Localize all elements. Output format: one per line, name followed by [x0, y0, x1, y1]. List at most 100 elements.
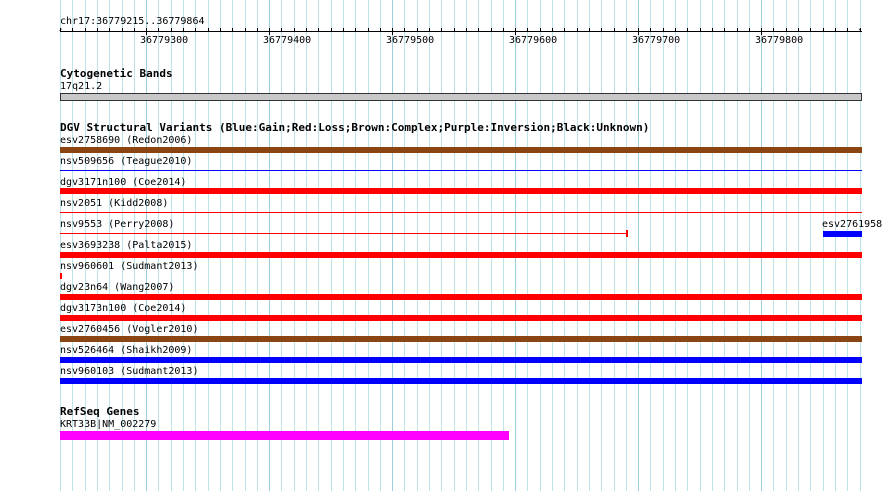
ruler-tick: [109, 28, 110, 32]
ruler-tick: [773, 28, 774, 32]
variant-label: nsv960103 (Sudmant2013): [60, 366, 199, 377]
ruler-tick: [638, 28, 639, 35]
variant-label: nsv2051 (Kidd2008): [60, 198, 169, 209]
grid-line: [429, 0, 430, 491]
variant-feature-bar[interactable]: [823, 231, 862, 237]
grid-line: [700, 0, 701, 491]
gene-feature-bar[interactable]: [60, 431, 509, 440]
variant-label: esv2761958: [822, 219, 883, 230]
ruler-tick-label: 36779400: [263, 35, 312, 46]
variant-feature-bar[interactable]: [60, 273, 62, 279]
cytoband-bar[interactable]: [60, 93, 862, 101]
grid-line: [601, 0, 602, 491]
grid-line: [663, 0, 664, 491]
variant-feature-bar[interactable]: [60, 357, 862, 363]
ruler-tick: [208, 28, 209, 32]
grid-line: [860, 0, 861, 491]
ruler-tick-label: 36779800: [755, 35, 804, 46]
variant-label: nsv9553 (Perry2008): [60, 219, 175, 230]
variant-feature-bar[interactable]: [60, 336, 862, 342]
ruler-tick: [552, 28, 553, 32]
variant-feature-bar[interactable]: [60, 188, 862, 194]
cytoband-label: 17q21.2: [60, 81, 103, 92]
ruler-tick: [245, 28, 246, 32]
grid-line: [786, 0, 787, 491]
grid-line: [823, 0, 824, 491]
ruler-tick: [786, 28, 787, 32]
ruler-range-label: chr17:36779215..36779864: [60, 16, 205, 27]
variant-feature-line[interactable]: [60, 170, 862, 171]
ruler-tick: [540, 28, 541, 32]
ruler-tick: [626, 28, 627, 32]
ruler-tick: [478, 28, 479, 32]
grid-line: [724, 0, 725, 491]
grid-line: [650, 0, 651, 491]
variant-feature-line[interactable]: [60, 212, 862, 213]
ruler-tick: [712, 28, 713, 32]
variant-feature-line[interactable]: [60, 233, 627, 234]
grid-line: [638, 0, 639, 491]
grid-line: [417, 0, 418, 491]
ruler-tick: [515, 28, 516, 35]
ruler-tick: [404, 28, 405, 32]
ruler-tick-label: 36779300: [140, 35, 189, 46]
ruler-tick: [847, 28, 848, 32]
ruler-tick: [220, 28, 221, 32]
ruler-tick: [823, 28, 824, 32]
variant-feature-bar[interactable]: [60, 378, 862, 384]
ruler-tick: [614, 28, 615, 32]
variant-label: esv2758690 (Redon2006): [60, 135, 193, 146]
ruler-tick: [269, 28, 270, 35]
grid-line: [441, 0, 442, 491]
grid-line: [294, 0, 295, 491]
variant-feature-bar[interactable]: [60, 294, 862, 300]
grid-line: [491, 0, 492, 491]
ruler-tick-label: 36779600: [509, 35, 558, 46]
ruler-tick: [700, 28, 701, 32]
grid-line: [306, 0, 307, 491]
grid-line: [404, 0, 405, 491]
grid-line: [220, 0, 221, 491]
ruler-tick: [675, 28, 676, 32]
grid-line: [478, 0, 479, 491]
ruler-tick: [441, 28, 442, 32]
ruler-tick: [183, 28, 184, 32]
variant-end-marker: [626, 230, 628, 237]
grid-line: [318, 0, 319, 491]
grid-line: [712, 0, 713, 491]
ruler-tick: [589, 28, 590, 32]
grid-line: [552, 0, 553, 491]
grid-line: [281, 0, 282, 491]
ruler-tick: [835, 28, 836, 32]
grid-line: [749, 0, 750, 491]
variant-label: nsv960601 (Sudmant2013): [60, 261, 199, 272]
ruler-tick: [466, 28, 467, 32]
variant-label: dgv3173n100 (Coe2014): [60, 303, 187, 314]
ruler-tick: [318, 28, 319, 32]
grid-line: [737, 0, 738, 491]
grid-line: [466, 0, 467, 491]
ruler-tick: [85, 28, 86, 32]
ruler-tick: [122, 28, 123, 32]
grid-line: [527, 0, 528, 491]
variant-feature-bar[interactable]: [60, 252, 862, 258]
grid-line: [392, 0, 393, 491]
grid-line: [540, 0, 541, 491]
ruler-tick-label: 36779500: [386, 35, 435, 46]
ruler-line: [60, 31, 862, 32]
variant-label: nsv509656 (Teague2010): [60, 156, 193, 167]
ruler-tick: [429, 28, 430, 32]
genome-browser-view: chr17:36779215..36779864 ‹ › 36779300 36…: [0, 0, 890, 491]
ruler-tick: [195, 28, 196, 32]
variant-feature-bar[interactable]: [60, 147, 862, 153]
grid-line: [564, 0, 565, 491]
ruler-tick: [368, 28, 369, 32]
ruler-tick: [158, 28, 159, 32]
variant-label: esv2760456 (Vogler2010): [60, 324, 199, 335]
ruler-tick: [306, 28, 307, 32]
variant-feature-bar[interactable]: [60, 315, 862, 321]
gene-label: KRT33B|NM_002279: [60, 419, 157, 430]
ruler-tick: [232, 28, 233, 32]
grid-line: [577, 0, 578, 491]
variant-label: nsv526464 (Shaikh2009): [60, 345, 193, 356]
